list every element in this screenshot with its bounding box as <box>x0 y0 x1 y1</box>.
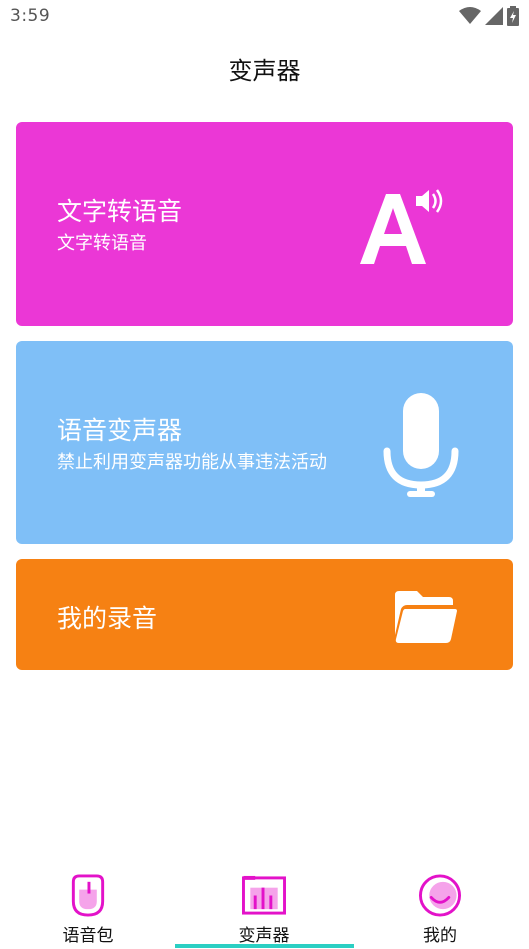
status-time: 3:59 <box>10 6 51 26</box>
profile-icon <box>418 874 462 917</box>
battery-icon <box>507 6 519 26</box>
folder-icon <box>395 591 457 643</box>
nav-item-voice-pack[interactable]: 语音包 <box>0 866 176 946</box>
voice-changer-title: 语音变声器 <box>57 416 183 445</box>
wifi-icon <box>459 7 481 24</box>
nav-item-voice-changer[interactable]: 变声器 <box>176 866 352 946</box>
active-tab-indicator <box>175 944 354 948</box>
nav-label-profile: 我的 <box>423 926 457 946</box>
voice-changer-icon <box>242 875 286 915</box>
signal-icon <box>485 7 503 25</box>
text-to-speech-icon <box>360 189 443 264</box>
voice-changer-warning: 禁止利用变声器功能从事违法活动 <box>57 452 327 473</box>
bottom-navigation: 语音包 变声器 我的 <box>0 866 529 949</box>
nav-label-voice-changer: 变声器 <box>238 926 290 946</box>
status-bar: 3:59 <box>0 0 529 32</box>
page-title-text: 变声器 <box>228 56 301 85</box>
text-to-speech-card[interactable]: 文字转语音 文字转语音 <box>16 122 513 326</box>
voice-pack-icon <box>71 874 105 917</box>
text-to-speech-title: 文字转语音 <box>57 197 183 226</box>
text-to-speech-subtitle: 文字转语音 <box>57 233 147 254</box>
my-recordings-title: 我的录音 <box>57 604 158 633</box>
nav-label-voice-pack: 语音包 <box>62 926 114 946</box>
page-title: 变声器 <box>0 40 529 96</box>
my-recordings-card[interactable]: 我的录音 <box>16 559 513 670</box>
microphone-icon <box>383 393 459 497</box>
nav-item-profile[interactable]: 我的 <box>352 866 528 946</box>
status-icons <box>459 6 519 26</box>
voice-changer-card[interactable]: 语音变声器 禁止利用变声器功能从事违法活动 <box>16 341 513 544</box>
